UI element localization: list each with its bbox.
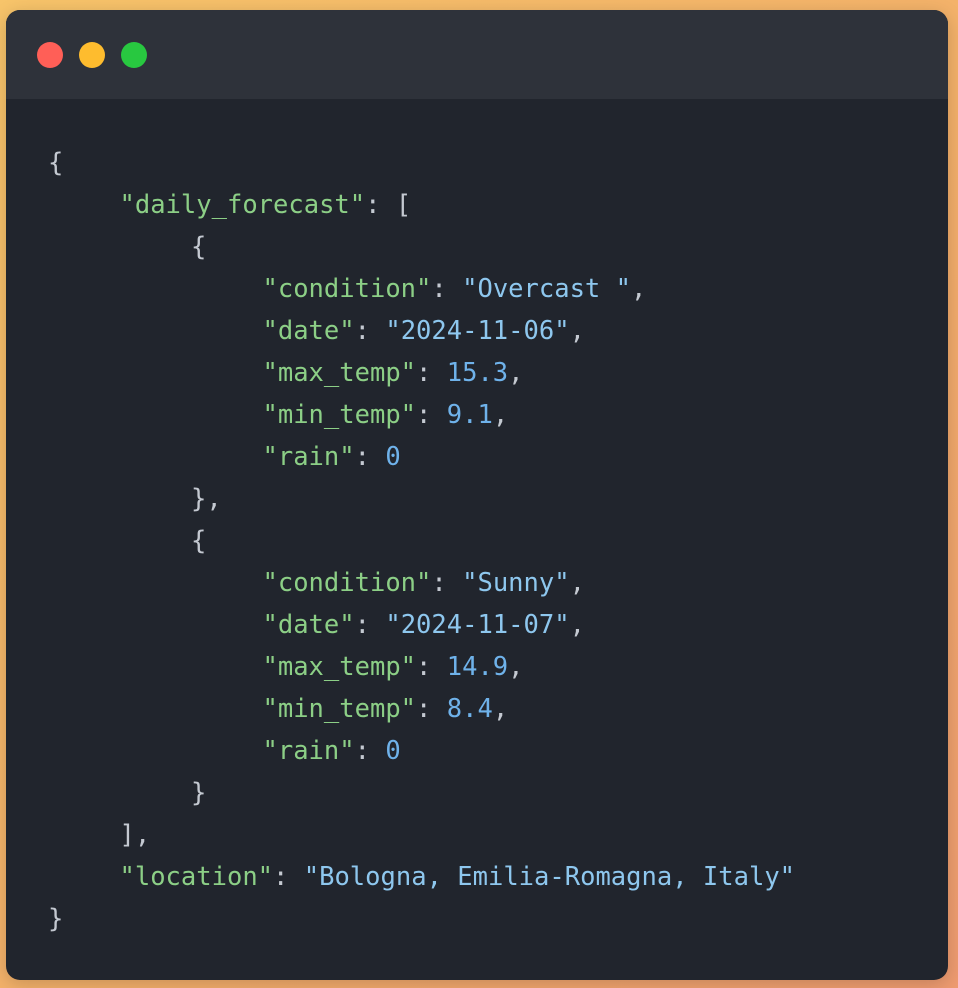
- code-line: "date": "2024-11-06",: [262, 316, 585, 346]
- json-string-value: "Sunny": [462, 568, 570, 598]
- json-key: "date": [262, 316, 355, 346]
- code-line: }: [191, 778, 207, 808]
- json-key: "max_temp": [262, 358, 417, 388]
- code-line: "min_temp": 9.1,: [262, 400, 509, 430]
- code-line: "max_temp": 15.3,: [262, 358, 524, 388]
- code-line: "min_temp": 8.4,: [262, 694, 509, 724]
- code-line: "max_temp": 14.9,: [262, 652, 524, 682]
- json-string-value: "2024-11-06": [385, 316, 570, 346]
- json-key: "min_temp": [262, 694, 417, 724]
- code-line: {: [191, 232, 207, 262]
- code-line: "rain": 0: [262, 442, 401, 472]
- json-key: "rain": [262, 736, 355, 766]
- json-number-value: 14.9: [446, 652, 509, 682]
- json-key: "condition": [262, 568, 432, 598]
- close-window-icon[interactable]: [37, 42, 63, 68]
- json-number-value: 8.4: [446, 694, 493, 724]
- json-key: "max_temp": [262, 652, 417, 682]
- code-line: "location": "Bologna, Emilia-Romagna, It…: [119, 862, 796, 892]
- code-line: "rain": 0: [262, 736, 401, 766]
- window-titlebar: [6, 10, 948, 99]
- code-line: "date": "2024-11-07",: [262, 610, 585, 640]
- json-number-value: 15.3: [446, 358, 509, 388]
- maximize-window-icon[interactable]: [121, 42, 147, 68]
- json-number-value: 0: [385, 736, 401, 766]
- json-string-value: "Overcast ": [462, 274, 631, 304]
- json-string-value: "2024-11-07": [385, 610, 570, 640]
- json-key: "rain": [262, 442, 355, 472]
- json-string-value: "Bologna, Emilia-Romagna, Italy": [303, 862, 796, 892]
- code-line: ],: [119, 820, 151, 850]
- json-key: "date": [262, 610, 355, 640]
- minimize-window-icon[interactable]: [79, 42, 105, 68]
- json-key: "daily_forecast": [119, 190, 366, 220]
- code-line: {: [48, 148, 64, 178]
- code-line: "daily_forecast": [: [119, 190, 412, 220]
- json-key: "location": [119, 862, 274, 892]
- json-number-value: 9.1: [446, 400, 493, 430]
- json-code-block: { "daily_forecast": [ { "condition": "Overc…: [48, 142, 795, 940]
- code-line: }: [48, 904, 64, 934]
- code-line: {: [191, 526, 207, 556]
- json-key: "min_temp": [262, 400, 417, 430]
- code-line: "condition": "Overcast ",: [262, 274, 647, 304]
- code-window: { "daily_forecast": [ { "condition": "Overc…: [6, 10, 948, 980]
- json-number-value: 0: [385, 442, 401, 472]
- code-line: },: [191, 484, 222, 514]
- code-line: "condition": "Sunny",: [262, 568, 585, 598]
- json-key: "condition": [262, 274, 432, 304]
